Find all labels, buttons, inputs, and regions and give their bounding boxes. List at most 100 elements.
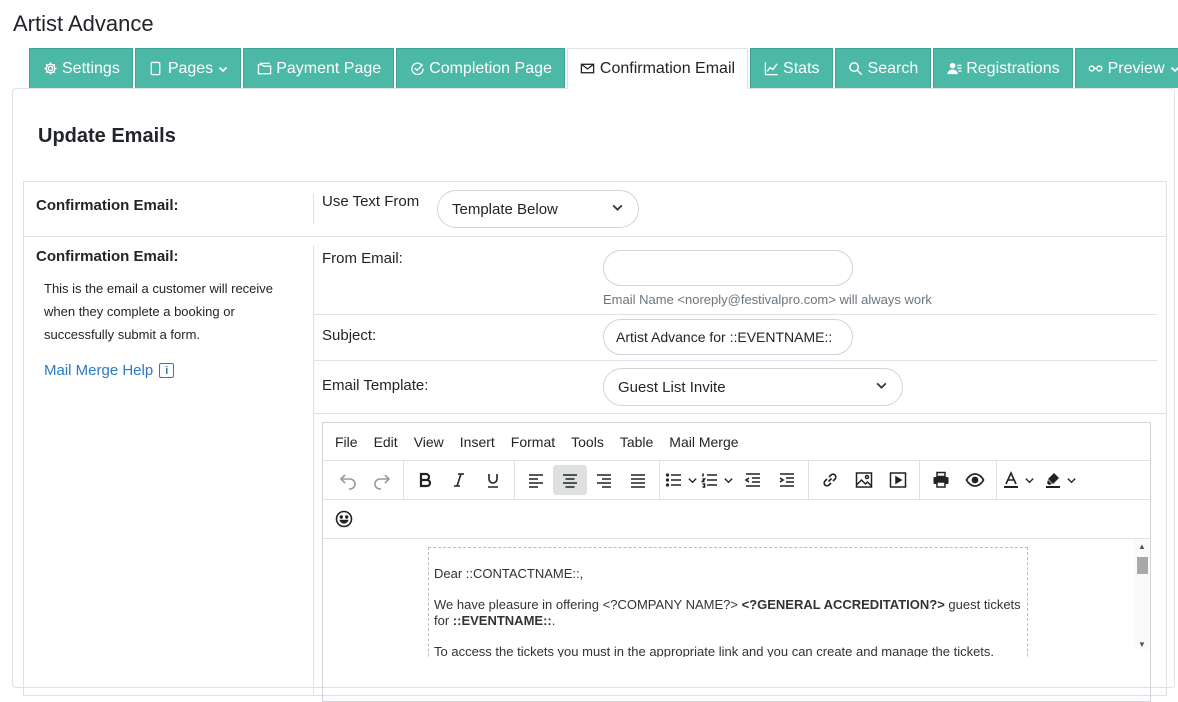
subject-input[interactable]: Artist Advance for ::EVENTNAME::	[603, 319, 853, 355]
indent-icon[interactable]	[770, 465, 804, 495]
image-icon[interactable]	[847, 465, 881, 495]
editor-scrollbar[interactable]: ▲ ▼	[1134, 539, 1150, 649]
chevron-down-icon[interactable]	[684, 465, 700, 495]
glasses-icon	[1088, 61, 1104, 77]
chevron-down-icon[interactable]	[1063, 465, 1079, 495]
confirmation-email-label: Confirmation Email:	[36, 248, 179, 265]
menu-file[interactable]: File	[327, 434, 366, 450]
use-text-select[interactable]: Template Below	[437, 190, 639, 228]
from-email-input[interactable]	[603, 250, 853, 286]
users-icon	[946, 61, 962, 77]
numbered-list-icon[interactable]	[700, 465, 720, 495]
menu-mail-merge[interactable]: Mail Merge	[661, 434, 746, 450]
menu-view[interactable]: View	[406, 434, 452, 450]
tab-preview[interactable]: Preview	[1075, 48, 1178, 88]
divider	[313, 413, 1167, 414]
tab-confirmation-email[interactable]: Confirmation Email	[567, 48, 748, 89]
email-settings-card: Update Emails Confirmation Email: Use Te…	[12, 88, 1175, 688]
email-description: This is the email a customer will receiv…	[44, 277, 299, 346]
emoji-icon[interactable]	[327, 504, 361, 534]
tab-registrations[interactable]: Registrations	[933, 48, 1072, 88]
tab-search[interactable]: Search	[835, 48, 932, 88]
print-icon[interactable]	[924, 465, 958, 495]
menu-table[interactable]: Table	[612, 434, 661, 450]
text-run: We have pleasure in offering <?COMPANY N…	[434, 597, 742, 612]
email-paragraph-1: We have pleasure in offering <?COMPANY N…	[434, 597, 1022, 629]
use-text-label: Confirmation Email:	[36, 197, 179, 214]
bullet-list-icon[interactable]	[664, 465, 684, 495]
editor-toolbar	[323, 461, 1150, 500]
chevron-down-icon	[218, 64, 228, 74]
italic-icon[interactable]	[442, 465, 476, 495]
text-run-bold: ::EVENTNAME::	[453, 613, 552, 628]
tab-label: Preview	[1108, 60, 1165, 78]
divider	[313, 194, 314, 224]
email-body[interactable]: Dear ::CONTACTNAME::, We have pleasure i…	[428, 547, 1028, 657]
email-template-select-value: Guest List Invite	[618, 379, 726, 396]
menu-format[interactable]: Format	[503, 434, 563, 450]
chevron-down-icon	[875, 379, 888, 396]
editor-menubar: File Edit View Insert Format Tools Table…	[323, 423, 1150, 461]
highlight-color-icon[interactable]	[1043, 465, 1063, 495]
outdent-icon[interactable]	[736, 465, 770, 495]
divider	[313, 245, 314, 695]
preview-eye-icon[interactable]	[958, 465, 992, 495]
divider	[313, 314, 1157, 315]
email-config-row: Confirmation Email: This is the email a …	[23, 236, 1167, 696]
tab-label: Stats	[783, 60, 819, 78]
tab-completion-page[interactable]: Completion Page	[396, 48, 565, 88]
subject-label: Subject:	[322, 327, 376, 344]
chevron-down-icon	[611, 201, 624, 218]
align-center-icon[interactable]	[553, 465, 587, 495]
envelope-icon	[580, 61, 596, 77]
tab-label: Confirmation Email	[600, 60, 735, 78]
chevron-down-icon	[1170, 64, 1178, 74]
email-greeting: Dear ::CONTACTNAME::,	[434, 566, 1022, 582]
email-template-select[interactable]: Guest List Invite	[603, 368, 903, 406]
tab-settings[interactable]: Settings	[29, 48, 133, 88]
undo-icon[interactable]	[331, 465, 365, 495]
tab-label: Completion Page	[429, 60, 552, 78]
email-template-label: Email Template:	[322, 377, 428, 394]
check-circle-icon	[409, 61, 425, 77]
page-icon	[148, 61, 164, 77]
tab-stats[interactable]: Stats	[750, 48, 832, 88]
chevron-down-icon[interactable]	[720, 465, 736, 495]
scrollbar-thumb[interactable]	[1137, 557, 1148, 574]
scroll-down-icon[interactable]: ▼	[1138, 640, 1146, 649]
align-right-icon[interactable]	[587, 465, 621, 495]
from-email-hint: Email Name <noreply@festivalpro.com> wil…	[603, 292, 932, 307]
tab-bar: Settings Pages Payment Page Completion P…	[29, 48, 1178, 88]
tab-pages[interactable]: Pages	[135, 48, 241, 88]
use-text-select-value: Template Below	[452, 201, 558, 218]
menu-insert[interactable]: Insert	[452, 434, 503, 450]
scroll-up-icon[interactable]: ▲	[1138, 542, 1146, 551]
media-icon[interactable]	[881, 465, 915, 495]
underline-icon[interactable]	[476, 465, 510, 495]
redo-icon[interactable]	[365, 465, 399, 495]
tab-label: Registrations	[966, 60, 1059, 78]
align-left-icon[interactable]	[519, 465, 553, 495]
tab-label: Pages	[168, 60, 213, 78]
app-title: Artist Advance	[13, 11, 154, 37]
link-icon[interactable]	[813, 465, 847, 495]
folder-icon	[256, 61, 272, 77]
tab-label: Settings	[62, 60, 120, 78]
menu-tools[interactable]: Tools	[563, 434, 612, 450]
text-run: .	[552, 613, 556, 628]
menu-edit[interactable]: Edit	[366, 434, 406, 450]
divider	[313, 360, 1157, 361]
editor-content-area[interactable]: Dear ::CONTACTNAME::, We have pleasure i…	[323, 539, 1150, 657]
tab-label: Search	[868, 60, 919, 78]
search-icon	[848, 61, 864, 77]
chevron-down-icon[interactable]	[1021, 465, 1037, 495]
mail-merge-help-link[interactable]: Mail Merge Help i	[44, 362, 174, 379]
align-justify-icon[interactable]	[621, 465, 655, 495]
rich-text-editor: File Edit View Insert Format Tools Table…	[322, 422, 1151, 702]
mail-merge-help-label: Mail Merge Help	[44, 362, 153, 379]
text-run-bold: <?GENERAL ACCREDITATION?>	[742, 597, 945, 612]
bold-icon[interactable]	[408, 465, 442, 495]
gear-icon	[42, 61, 58, 77]
text-color-icon[interactable]	[1001, 465, 1021, 495]
tab-payment-page[interactable]: Payment Page	[243, 48, 394, 88]
